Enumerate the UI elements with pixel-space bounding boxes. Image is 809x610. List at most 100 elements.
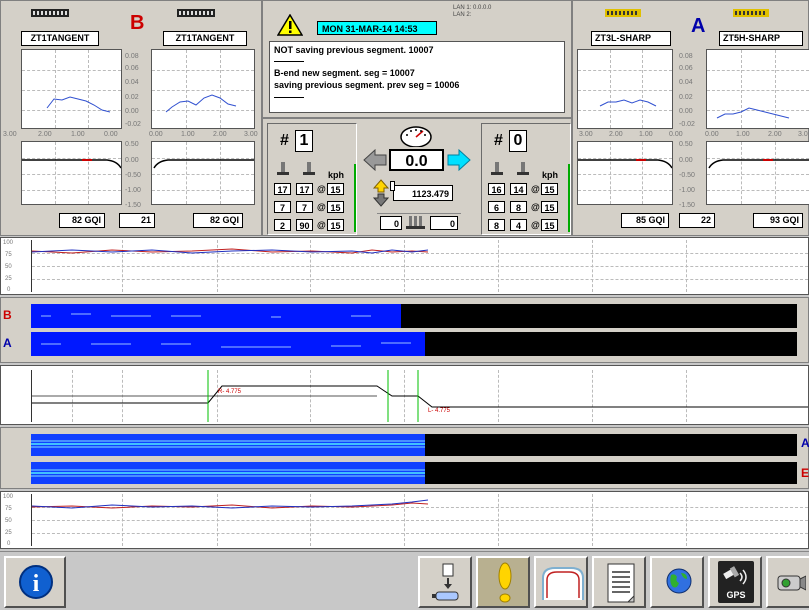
center-value: 21 <box>119 213 155 228</box>
bar-label-a-right: A <box>801 436 809 450</box>
axis-tick: 0.06 <box>679 65 693 72</box>
speedometer-icon <box>400 126 432 147</box>
axis-tick: 0.00 <box>679 157 693 164</box>
up-down-arrows-icon <box>373 179 389 207</box>
counter-cell: 15 <box>327 201 344 213</box>
axis-tick: 0.50 <box>125 141 139 148</box>
rail-profile-plot-right <box>151 141 255 205</box>
axis-tick: 100 <box>3 494 14 500</box>
gauge-plot-right <box>151 49 255 129</box>
bar-label-e-right: E <box>801 466 809 480</box>
control-panel: # 1 kph 17 17 @ 15 7 7 @ 15 2 90 @ 15 0.… <box>262 118 572 236</box>
axis-tick: 25 <box>5 530 12 536</box>
datetime-display: MON 31-MAR-14 14:53 <box>317 21 437 35</box>
message-log: NOT saving previous segment. 10007 B-end… <box>269 41 565 113</box>
at-symbol: @ <box>531 202 540 212</box>
axis-tick: 0.02 <box>679 94 693 101</box>
info-glyph: i <box>33 571 40 597</box>
end-letter: B <box>130 12 145 34</box>
profile-name-left[interactable]: ZT3L-SHARP <box>591 31 671 46</box>
curve-label-l: L- 4.775 <box>428 408 451 414</box>
arrow-right-icon[interactable] <box>447 149 471 171</box>
axis-tick: 0.00 <box>679 108 693 115</box>
data-bar-b-lower <box>31 462 797 484</box>
profile-name-left[interactable]: ZT1TANGENT <box>21 31 99 46</box>
camera-button[interactable] <box>766 556 809 608</box>
axis-tick: 0.02 <box>125 94 139 101</box>
gps-button[interactable]: GPS <box>708 556 762 608</box>
gauge-plot-right <box>706 49 809 129</box>
axis-tick: 0.00 <box>149 131 163 138</box>
rail-pair-icon <box>406 216 425 229</box>
axis-tick: 1.00 <box>639 131 653 138</box>
axis-tick: 1.00 <box>71 131 85 138</box>
at-symbol: @ <box>317 202 326 212</box>
rail-stand-icon <box>517 162 529 175</box>
bar-label-a: A <box>3 336 12 350</box>
end-letter: A <box>691 15 706 37</box>
gqi-right: 82 GQI <box>193 213 243 228</box>
axis-tick: 50 <box>5 264 12 270</box>
axis-tick: 3.0 <box>798 131 808 138</box>
axis-tick: -0.02 <box>679 121 695 128</box>
segment-number: 1 <box>295 130 313 152</box>
axis-tick: 0.00 <box>125 108 139 115</box>
log-line: saving previous segment. prev seg = 1000… <box>274 80 460 90</box>
message-panel: MON 31-MAR-14 14:53 LAN 1: 0.0.0.0 LAN 2… <box>262 0 572 118</box>
counter-cell: 15 <box>327 183 344 195</box>
profile-name-right[interactable]: ZT5H-SHARP <box>719 31 803 46</box>
axis-tick: -0.02 <box>125 121 141 128</box>
counter-cell: 2 <box>274 219 291 231</box>
axis-tick: 50 <box>5 518 12 524</box>
counter-cell: 8 <box>510 201 527 213</box>
axis-tick: 2.00 <box>768 131 782 138</box>
log-line: B-end new segment. seg = 10007 <box>274 68 415 78</box>
profile-button[interactable] <box>534 556 588 608</box>
warning-icon <box>277 14 303 36</box>
at-symbol: @ <box>317 220 326 230</box>
axis-tick: 0.00 <box>669 131 683 138</box>
gauge-plot-left <box>577 49 673 129</box>
counter-cell: 7 <box>296 201 313 213</box>
axis-tick: 0 <box>7 287 11 293</box>
globe-button[interactable] <box>650 556 704 608</box>
info-icon: i <box>19 565 53 599</box>
axis-tick: 2.00 <box>609 131 623 138</box>
rail-profile-plot-left <box>577 141 673 205</box>
report-button[interactable] <box>592 556 646 608</box>
hash-label: # <box>280 132 289 149</box>
globe-icon <box>666 568 692 594</box>
axis-tick: -1.00 <box>679 187 695 194</box>
axis-tick: 0.04 <box>125 79 139 86</box>
curve-label-r: R- 4.775 <box>218 389 242 395</box>
rail-icon <box>177 9 215 17</box>
alert-button[interactable] <box>476 556 530 608</box>
axis-tick: 3.00 <box>3 131 17 138</box>
axis-tick: 2.00 <box>213 131 227 138</box>
camera-icon <box>777 575 806 591</box>
axis-tick: 25 <box>5 276 12 282</box>
center-value: 22 <box>679 213 715 228</box>
axis-tick: 2.00 <box>38 131 52 138</box>
right-count-box: 0 <box>430 216 458 230</box>
axis-tick: 0.00 <box>705 131 719 138</box>
counter-cell: 16 <box>488 183 505 195</box>
counter-cell: 15 <box>541 183 558 195</box>
counter-cell: 17 <box>274 183 291 195</box>
rail-profile-plot-right <box>706 141 809 205</box>
rail-icon <box>733 9 769 17</box>
counter-cell: 15 <box>541 219 558 231</box>
axis-tick: 3.00 <box>244 131 258 138</box>
counter-cell: 7 <box>274 201 291 213</box>
bar-panel-top: B A <box>0 297 809 363</box>
counter-cell: 4 <box>510 219 527 231</box>
profile-name-right[interactable]: ZT1TANGENT <box>163 31 247 46</box>
curve-chart: R- 4.775 L- 4.775 <box>0 365 809 425</box>
left-counter: # 1 kph 17 17 @ 15 7 7 @ 15 2 90 @ 15 <box>267 123 357 235</box>
usb-transfer-button[interactable] <box>418 556 472 608</box>
rail-icon <box>605 9 641 17</box>
axis-tick: 0.04 <box>679 79 693 86</box>
bar-label-b: B <box>3 308 12 322</box>
info-button[interactable]: i <box>4 556 66 608</box>
arrow-left-icon[interactable] <box>363 149 387 171</box>
